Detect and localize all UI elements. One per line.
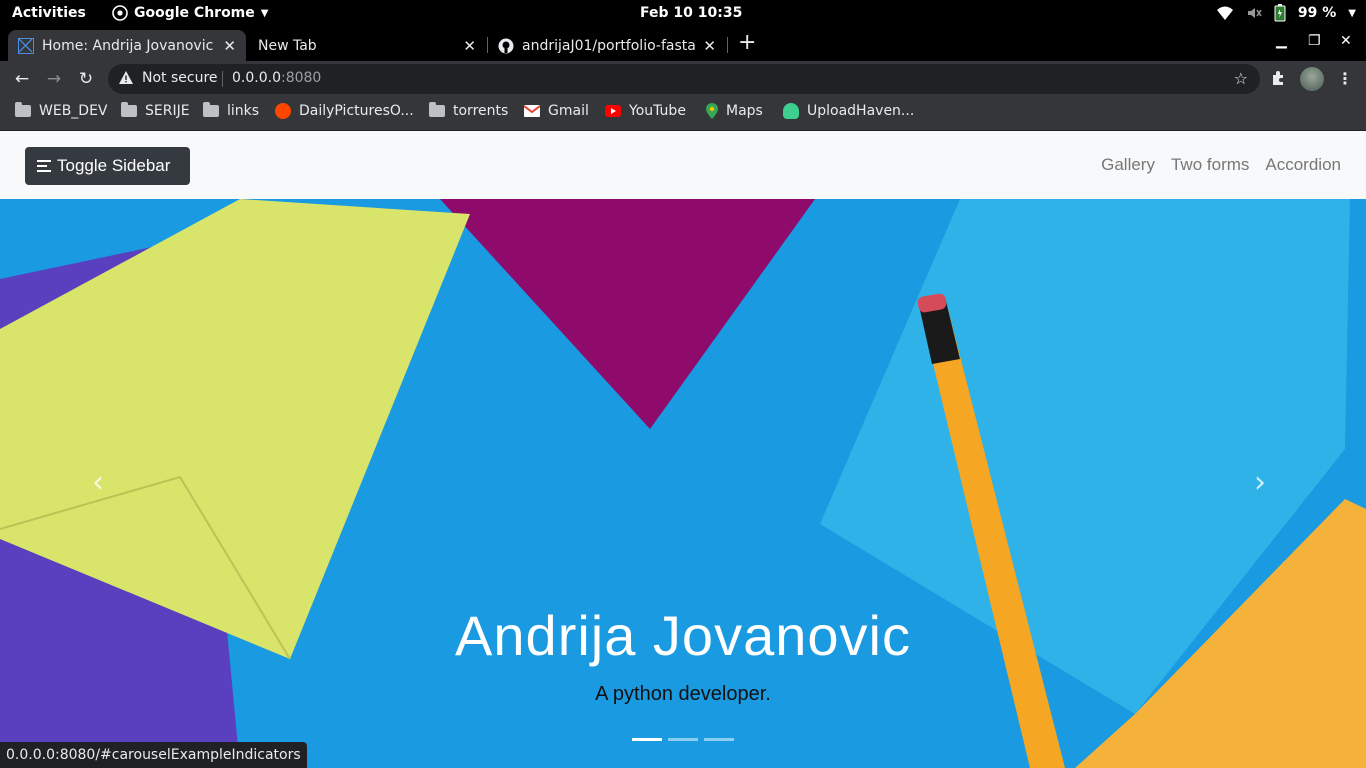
- hamburger-icon: [37, 160, 51, 172]
- folder-icon: [15, 102, 31, 117]
- bookmark-label: UploadHaven...: [807, 103, 915, 119]
- github-icon: [498, 38, 514, 53]
- chevron-down-icon: ▼: [1348, 7, 1356, 19]
- hero-title: Andrija Jovanovic: [455, 604, 911, 667]
- nav-link-accordion[interactable]: Accordion: [1265, 155, 1341, 175]
- profile-avatar[interactable]: [1300, 67, 1324, 91]
- omnibox-divider: [222, 71, 223, 87]
- maps-icon: [706, 103, 718, 119]
- bookmark-label: torrents: [453, 103, 509, 119]
- browser-toolbar: ← → ↻ Not secure 0.0.0.0:8080 ☆ ⋮: [0, 61, 1366, 97]
- bookmark-label: YouTube: [629, 103, 686, 119]
- extensions-puzzle-icon[interactable]: [1270, 69, 1288, 87]
- youtube-icon: [605, 105, 621, 117]
- url-port: :8080: [280, 70, 322, 86]
- bookmark-torrents[interactable]: torrents: [429, 102, 509, 119]
- battery-icon: [1274, 4, 1286, 22]
- bookmark-label: links: [227, 103, 260, 119]
- web-page: Toggle Sidebar Gallery Two forms Accordi…: [0, 131, 1366, 768]
- system-tray[interactable]: 99 % ▼: [1216, 4, 1356, 22]
- tab-strip: Home: Andrija Jovanovic ✕ New Tab ✕ andr…: [0, 27, 1366, 61]
- window-close-icon[interactable]: ✕: [1340, 33, 1352, 49]
- close-icon[interactable]: ✕: [703, 37, 716, 55]
- gmail-icon: [524, 105, 540, 117]
- tab-new-tab[interactable]: New Tab ✕: [248, 30, 486, 61]
- tab-home[interactable]: Home: Andrija Jovanovic ✕: [8, 30, 246, 61]
- bookmark-web-dev[interactable]: WEB_DEV: [15, 102, 108, 119]
- carousel-indicators: [632, 738, 734, 741]
- chevron-down-icon: ▼: [260, 7, 269, 19]
- tab-title: New Tab: [258, 37, 317, 54]
- url-host: 0.0.0.0: [232, 70, 281, 86]
- folder-icon: [121, 102, 137, 117]
- folder-icon: [203, 102, 219, 117]
- tab-title: andrijaJ01/portfolio-fasta: [522, 37, 696, 54]
- app-menu[interactable]: Google Chrome ▼: [112, 5, 268, 21]
- bookmark-uploadhaven[interactable]: UploadHaven...: [783, 103, 914, 119]
- bookmark-serije[interactable]: SERIJE: [121, 102, 190, 119]
- new-tab-plus-icon[interactable]: +: [738, 30, 756, 55]
- volume-muted-icon: [1247, 8, 1262, 18]
- tab-github[interactable]: andrijaJ01/portfolio-fasta ✕: [488, 30, 726, 61]
- toggle-sidebar-button[interactable]: Toggle Sidebar: [25, 147, 190, 185]
- wifi-icon: [1216, 6, 1233, 20]
- bookmark-label: DailyPicturesO...: [299, 103, 414, 119]
- carousel-indicator[interactable]: [632, 738, 662, 741]
- restore-icon[interactable]: ❐: [1308, 33, 1321, 49]
- nav-link-gallery[interactable]: Gallery: [1101, 155, 1155, 175]
- bookmark-dailypictures[interactable]: DailyPicturesO...: [275, 103, 414, 119]
- bookmark-label: Gmail: [548, 103, 589, 119]
- carousel-indicator[interactable]: [668, 738, 698, 741]
- nav-link-two-forms[interactable]: Two forms: [1171, 155, 1249, 175]
- carousel-indicator[interactable]: [704, 738, 734, 741]
- app-name: Google Chrome: [134, 5, 255, 21]
- clock[interactable]: Feb 10 10:35: [640, 5, 742, 21]
- toggle-sidebar-label: Toggle Sidebar: [57, 156, 171, 175]
- link-status-bar: 0.0.0.0:8080/#carouselExampleIndicators: [0, 742, 307, 768]
- bookmark-label: SERIJE: [145, 103, 190, 119]
- bookmark-star-icon[interactable]: ☆: [1234, 69, 1248, 88]
- bookmark-label: Maps: [726, 103, 763, 119]
- menu-kebab-icon[interactable]: ⋮: [1337, 69, 1353, 88]
- close-icon[interactable]: ✕: [463, 37, 476, 55]
- site-navbar: Toggle Sidebar Gallery Two forms Accordi…: [0, 131, 1366, 199]
- tab-title: Home: Andrija Jovanovic: [42, 37, 214, 54]
- tab-divider: [727, 37, 728, 53]
- activities-button[interactable]: Activities: [12, 5, 86, 21]
- bookmarks-bar: WEB_DEV SERIJE links DailyPicturesO... t…: [0, 97, 1366, 131]
- bookmark-youtube[interactable]: YouTube: [605, 103, 686, 119]
- forward-arrow-icon[interactable]: →: [43, 68, 65, 90]
- close-icon[interactable]: ✕: [223, 37, 236, 55]
- bookmark-gmail[interactable]: Gmail: [524, 103, 589, 119]
- bookmark-links[interactable]: links: [203, 102, 260, 119]
- nav-links: Gallery Two forms Accordion: [1101, 155, 1341, 175]
- security-status[interactable]: Not secure: [142, 70, 218, 86]
- warning-icon: [119, 71, 133, 84]
- bookmark-label: WEB_DEV: [39, 103, 108, 119]
- minimize-icon[interactable]: ▁: [1276, 33, 1287, 49]
- back-arrow-icon[interactable]: ←: [11, 68, 33, 90]
- site-favicon-icon: [18, 37, 34, 54]
- hero-subtitle: A python developer.: [595, 683, 771, 705]
- bookmark-maps[interactable]: Maps: [706, 103, 763, 119]
- carousel-next-icon[interactable]: ›: [1254, 465, 1266, 500]
- system-top-bar: Activities Google Chrome ▼ Feb 10 10:35 …: [0, 0, 1366, 27]
- battery-percent: 99 %: [1297, 5, 1337, 21]
- reddit-icon: [275, 103, 291, 119]
- reload-icon[interactable]: ↻: [75, 68, 97, 90]
- url-text[interactable]: 0.0.0.0:8080: [232, 70, 321, 86]
- hero-carousel: ‹ › Andrija Jovanovic A python developer…: [0, 199, 1366, 768]
- cloud-icon: [783, 103, 799, 119]
- address-bar[interactable]: Not secure 0.0.0.0:8080 ☆: [108, 64, 1260, 94]
- folder-icon: [429, 102, 445, 117]
- chrome-icon: [112, 5, 128, 21]
- carousel-prev-icon[interactable]: ‹: [92, 465, 104, 500]
